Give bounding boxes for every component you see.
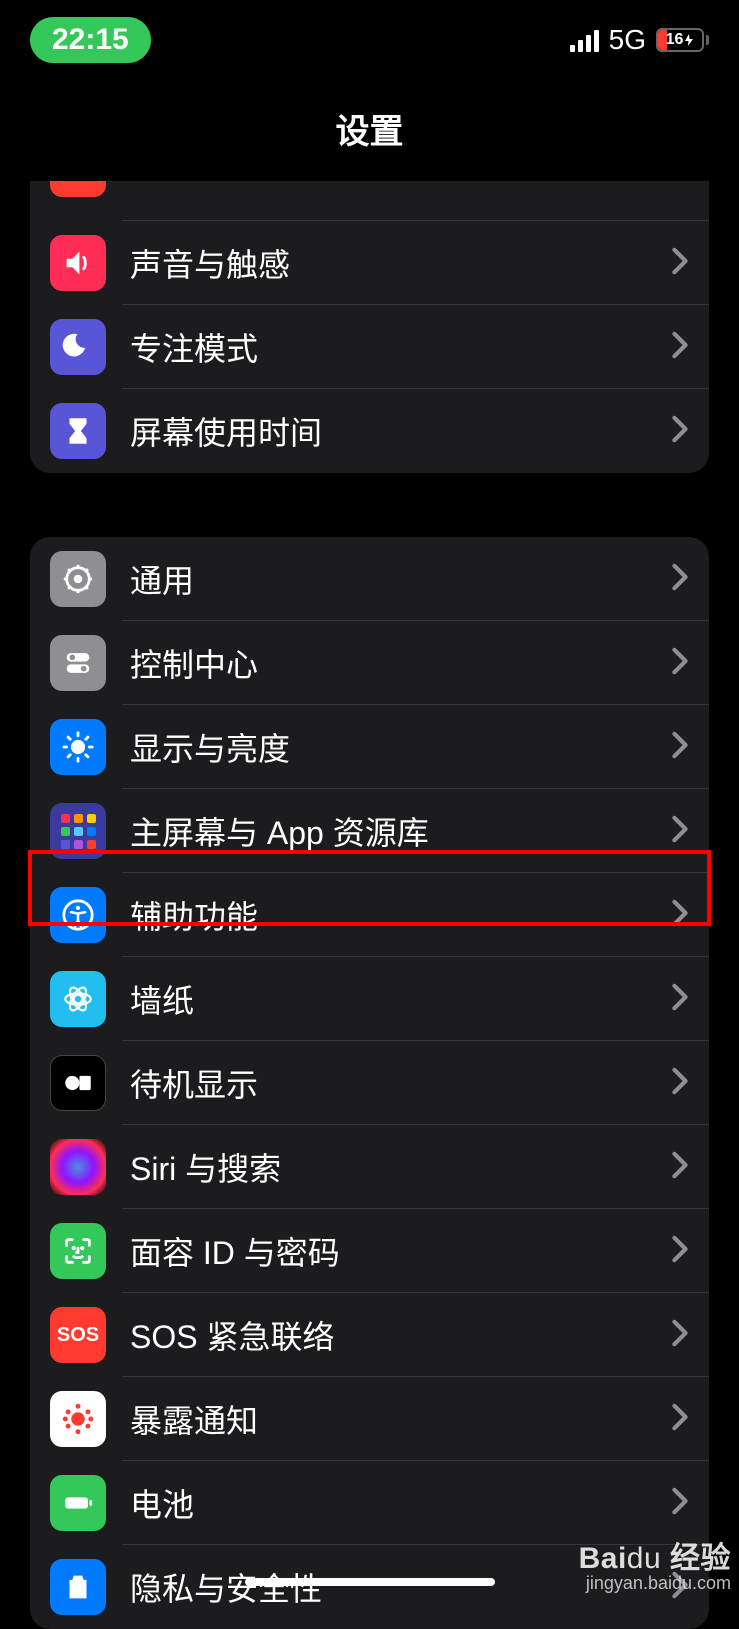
chevron-right-icon (671, 1235, 689, 1268)
sound-icon (50, 235, 106, 291)
chevron-right-icon (671, 815, 689, 848)
row-label: 通用 (130, 556, 671, 602)
row-wallpaper[interactable]: 墙纸 (30, 957, 709, 1041)
row-label: 隐私与安全性 (130, 1564, 671, 1610)
chevron-right-icon (671, 563, 689, 596)
signal-strength-icon (570, 28, 599, 52)
sos-icon: SOS (50, 1307, 106, 1363)
settings-group-2: 通用 控制中心 显示与亮度 (30, 537, 709, 1629)
row-notifications[interactable]: 通知 (30, 181, 709, 221)
row-label: 显示与亮度 (130, 724, 671, 770)
row-label: 控制中心 (130, 640, 671, 686)
faceid-icon (50, 1223, 106, 1279)
row-label: 通知 (130, 181, 671, 187)
row-accessibility[interactable]: 辅助功能 (30, 873, 709, 957)
exposure-icon (50, 1391, 106, 1447)
row-label: 辅助功能 (130, 892, 671, 938)
row-exposure[interactable]: 暴露通知 (30, 1377, 709, 1461)
siri-icon (50, 1139, 106, 1195)
row-control-center[interactable]: 控制中心 (30, 621, 709, 705)
status-right: 5G 16 (570, 24, 709, 56)
row-general[interactable]: 通用 (30, 537, 709, 621)
chevron-right-icon (671, 1067, 689, 1100)
wallpaper-icon (50, 971, 106, 1027)
row-sos[interactable]: SOS SOS 紧急联络 (30, 1293, 709, 1377)
chevron-right-icon (671, 1571, 689, 1604)
general-icon (50, 551, 106, 607)
row-siri[interactable]: Siri 与搜索 (30, 1125, 709, 1209)
chevron-right-icon (671, 1151, 689, 1184)
row-home-screen[interactable]: 主屏幕与 App 资源库 (30, 789, 709, 873)
row-display[interactable]: 显示与亮度 (30, 705, 709, 789)
row-focus[interactable]: 专注模式 (30, 305, 709, 389)
row-standby[interactable]: 待机显示 (30, 1041, 709, 1125)
chevron-right-icon (671, 647, 689, 680)
chevron-right-icon (671, 247, 689, 280)
chevron-right-icon (671, 1487, 689, 1520)
row-label: 主屏幕与 App 资源库 (130, 808, 671, 854)
home-indicator[interactable] (245, 1578, 495, 1586)
row-label: 专注模式 (130, 324, 671, 370)
row-privacy[interactable]: 隐私与安全性 (30, 1545, 709, 1629)
row-label: 墙纸 (130, 976, 671, 1022)
row-label: 暴露通知 (130, 1396, 671, 1442)
row-label: 声音与触感 (130, 240, 671, 286)
row-label: 待机显示 (130, 1060, 671, 1106)
page-title: 设置 (0, 80, 739, 181)
battery-indicator: 16 (656, 28, 709, 52)
control-center-icon (50, 635, 106, 691)
row-sound[interactable]: 声音与触感 (30, 221, 709, 305)
row-label: 面容 ID 与密码 (130, 1228, 671, 1274)
display-icon (50, 719, 106, 775)
battery-icon (50, 1475, 106, 1531)
row-faceid[interactable]: 面容 ID 与密码 (30, 1209, 709, 1293)
home-screen-icon (50, 803, 106, 859)
chevron-right-icon (671, 415, 689, 448)
focus-icon (50, 319, 106, 375)
time-pill[interactable]: 22:15 (30, 17, 151, 63)
screentime-icon (50, 403, 106, 459)
row-screentime[interactable]: 屏幕使用时间 (30, 389, 709, 473)
chevron-right-icon (671, 331, 689, 364)
row-battery[interactable]: 电池 (30, 1461, 709, 1545)
privacy-icon (50, 1559, 106, 1615)
chevron-right-icon (671, 983, 689, 1016)
chevron-right-icon (671, 1403, 689, 1436)
chevron-right-icon (671, 899, 689, 932)
notifications-icon (50, 181, 106, 197)
accessibility-icon (50, 887, 106, 943)
row-label: 电池 (130, 1480, 671, 1526)
chevron-right-icon (671, 731, 689, 764)
chevron-right-icon (671, 1319, 689, 1352)
status-bar: 22:15 5G 16 (0, 0, 739, 80)
settings-group-1: 通知 声音与触感 专注模式 屏幕使用时间 (30, 181, 709, 473)
network-type: 5G (609, 24, 646, 56)
row-label: 屏幕使用时间 (130, 408, 671, 454)
row-label: Siri 与搜索 (130, 1144, 671, 1190)
standby-icon (50, 1055, 106, 1111)
row-label: SOS 紧急联络 (130, 1312, 671, 1358)
